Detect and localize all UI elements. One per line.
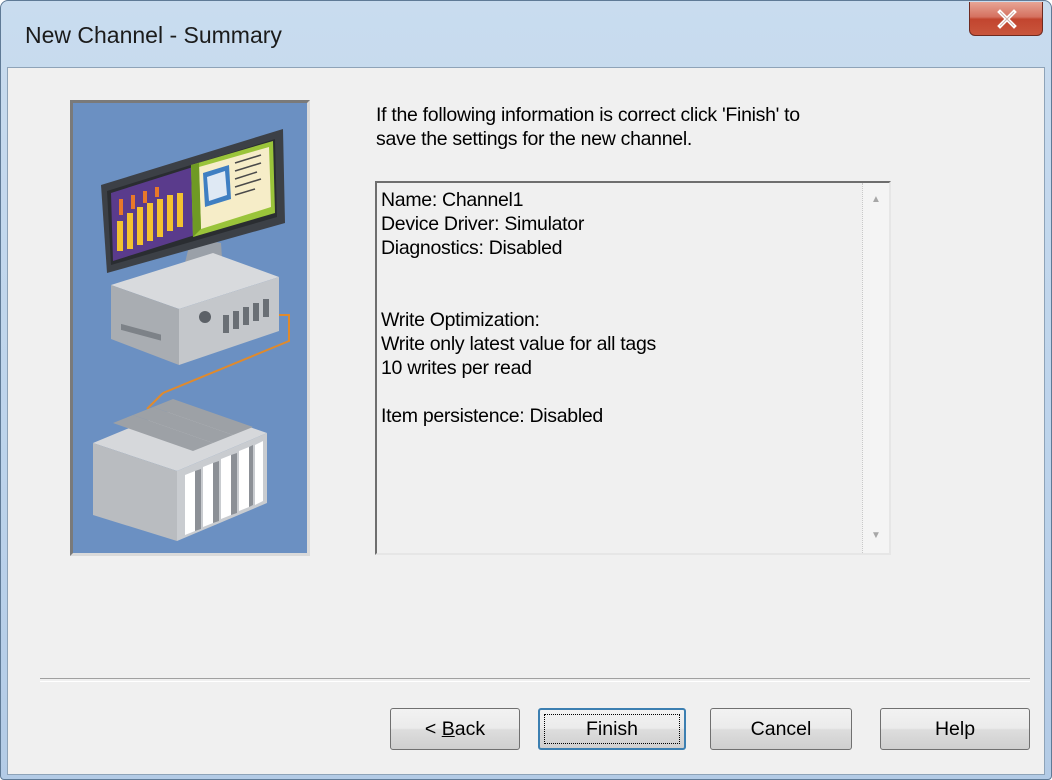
summary-scrollbar[interactable]: ▲ ▼ <box>862 183 889 553</box>
help-button-label: Help <box>934 718 976 740</box>
summary-line-device-driver: Device Driver: Simulator <box>381 213 585 235</box>
cancel-button-label: Cancel <box>750 718 812 740</box>
scroll-down-arrow-icon[interactable]: ▼ <box>863 525 889 547</box>
summary-line-blank <box>381 260 851 284</box>
back-button-label: ack <box>454 718 486 740</box>
back-button-prefix: < <box>424 718 442 740</box>
back-button[interactable]: < Back <box>390 708 520 750</box>
summary-line-blank <box>381 380 851 404</box>
focus-rectangle <box>544 714 680 744</box>
window-title: New Channel - Summary <box>25 22 282 48</box>
summary-line-name: Name: Channel1 <box>381 189 524 211</box>
summary-line-diagnostics: Diagnostics: Disabled <box>381 237 563 259</box>
close-icon <box>997 9 1017 29</box>
summary-line-item-persistence: Item persistence: Disabled <box>381 405 603 427</box>
dialog-window: New Channel - Summary If the following i… <box>0 0 1052 780</box>
instruction-line: If the following information is correct … <box>376 104 800 126</box>
scroll-up-arrow-icon[interactable]: ▲ <box>863 189 889 211</box>
instruction-text: If the following information is correct … <box>376 103 936 151</box>
cancel-button[interactable]: Cancel <box>710 708 852 750</box>
summary-line-blank <box>381 284 851 308</box>
title-bar: New Channel - Summary <box>1 1 1051 67</box>
summary-line-write-mode: Write only latest value for all tags <box>381 333 656 355</box>
back-button-mnemonic: B <box>441 718 455 740</box>
summary-content: Name: Channel1 Device Driver: Simulator … <box>381 188 851 428</box>
instruction-line: save the settings for the new channel. <box>376 128 692 150</box>
finish-button[interactable]: Finish <box>538 708 686 750</box>
help-button[interactable]: Help <box>880 708 1030 750</box>
summary-textbox[interactable]: Name: Channel1 Device Driver: Simulator … <box>375 181 891 555</box>
button-separator <box>40 678 1030 682</box>
close-button[interactable] <box>969 2 1043 36</box>
computer-plc-illustration <box>93 129 290 541</box>
summary-line-writes-per-read: 10 writes per read <box>381 357 532 379</box>
summary-line-write-optimization: Write Optimization: <box>381 309 540 331</box>
wizard-illustration <box>70 100 310 556</box>
dialog-client-area: If the following information is correct … <box>7 67 1045 775</box>
